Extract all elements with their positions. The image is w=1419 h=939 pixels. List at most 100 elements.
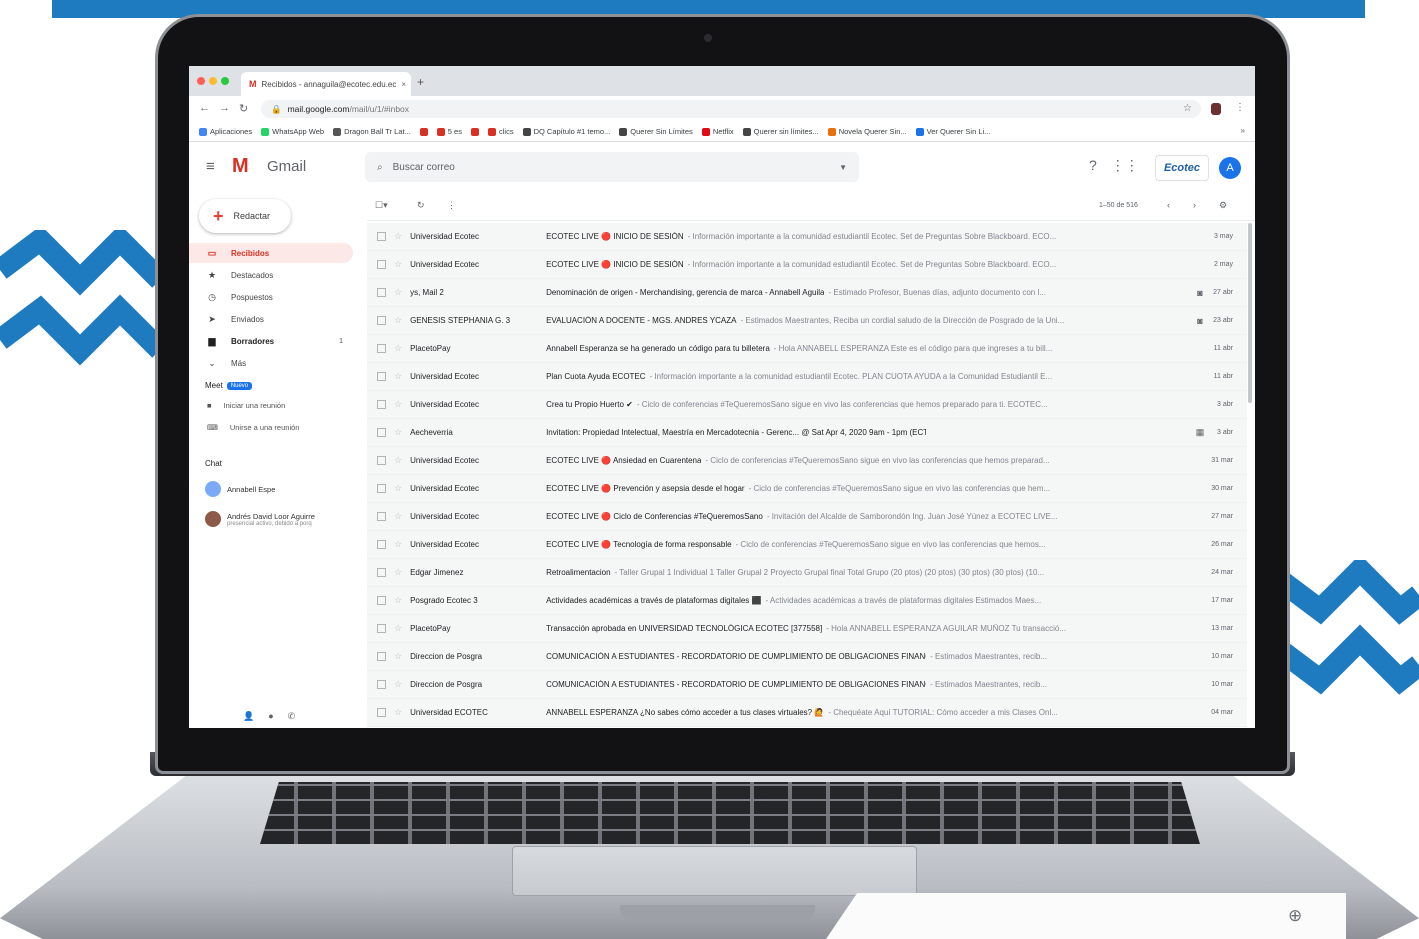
bookmark-item[interactable]: clics xyxy=(487,127,514,136)
row-checkbox[interactable] xyxy=(377,344,386,353)
row-checkbox[interactable] xyxy=(377,372,386,381)
email-row[interactable]: ☆ Universidad Ecotec Crea tu Propio Huerto… xyxy=(367,391,1247,419)
bookmark-item[interactable]: Querer Sin Límites xyxy=(619,127,693,136)
browser-menu-icon[interactable]: ⋮ xyxy=(1235,102,1245,113)
minimize-window-icon[interactable] xyxy=(209,77,217,85)
email-row[interactable]: ☆ Universidad Ecotec ECOTEC LIVE 🔴 Ciclo d… xyxy=(367,503,1247,531)
row-checkbox[interactable] xyxy=(377,288,386,297)
sidebar-item[interactable]: ➤ Enviados xyxy=(189,309,353,329)
settings-gear-icon[interactable]: ⚙ xyxy=(1219,200,1227,211)
address-bar[interactable]: 🔒 mail.google.com/mail/u/1/#inbox xyxy=(261,100,1201,118)
select-all-checkbox[interactable]: ☐▾ xyxy=(375,200,388,211)
bookmark-item[interactable]: WhatsApp Web xyxy=(261,127,324,136)
row-checkbox[interactable] xyxy=(377,428,386,437)
more-bookmarks-icon[interactable]: » xyxy=(1241,126,1245,135)
row-checkbox[interactable] xyxy=(377,316,386,325)
email-row[interactable]: ☆ ys, Mail 2 Denominación de origen - Merc… xyxy=(367,279,1247,307)
sidebar-item[interactable]: ★ Destacados xyxy=(189,265,353,285)
bookmark-item[interactable]: Novela Querer Sin... xyxy=(827,127,907,136)
email-row[interactable]: ☆ Universidad Ecotec ECOTEC LIVE 🔴 Prevenc… xyxy=(367,475,1247,503)
chat-bubble-icon[interactable]: ● xyxy=(268,711,273,722)
next-page-icon[interactable]: › xyxy=(1193,200,1196,210)
row-checkbox[interactable] xyxy=(377,680,386,689)
compose-button[interactable]: + Redactar xyxy=(199,199,291,233)
search-icon[interactable]: ⌕ xyxy=(377,162,383,173)
tab-close-icon[interactable]: × xyxy=(401,80,406,89)
row-checkbox[interactable] xyxy=(377,540,386,549)
chat-contact[interactable]: Annabell Espe xyxy=(205,481,275,497)
email-row[interactable]: ☆ Universidad Ecotec ECOTEC LIVE 🔴 Tecnolo… xyxy=(367,531,1247,559)
bookmark-item[interactable] xyxy=(419,127,428,136)
sidebar-item[interactable]: ◷ Pospuestos xyxy=(189,287,353,307)
browser-tab[interactable]: M Recibidos - annaguila@ecotec.edu.ec × xyxy=(241,72,411,96)
star-icon[interactable]: ☆ xyxy=(394,651,402,662)
star-icon[interactable]: ☆ xyxy=(394,427,402,438)
star-icon[interactable]: ☆ xyxy=(394,595,402,606)
bookmark-item[interactable]: Ver Querer Sin Li... xyxy=(915,127,990,136)
star-icon[interactable]: ☆ xyxy=(394,231,402,242)
bookmark-item[interactable]: Netflix xyxy=(701,127,734,136)
refresh-icon[interactable]: ↻ xyxy=(417,200,425,211)
forward-icon[interactable]: → xyxy=(219,102,230,114)
more-actions-icon[interactable]: ⋮ xyxy=(447,200,456,211)
star-icon[interactable]: ☆ xyxy=(394,623,402,634)
email-row[interactable]: ☆ Aecheverria Invitation: Propiedad Intele… xyxy=(367,419,1247,447)
star-icon[interactable]: ☆ xyxy=(394,315,402,326)
email-row[interactable]: ☆ Universidad Ecotec Plan Cuota Ayuda ECOT… xyxy=(367,363,1247,391)
search-input[interactable]: ⌕ Buscar correo ▼ xyxy=(365,152,859,182)
star-icon[interactable]: ☆ xyxy=(394,707,402,718)
star-icon[interactable]: ☆ xyxy=(394,679,402,690)
email-row[interactable]: ☆ Direccion de Posgra COMUNICACIÓN A ESTUD… xyxy=(367,671,1247,699)
row-checkbox[interactable] xyxy=(377,260,386,269)
row-checkbox[interactable] xyxy=(377,624,386,633)
star-icon[interactable]: ☆ xyxy=(394,259,402,270)
prev-page-icon[interactable]: ‹ xyxy=(1167,200,1170,210)
bookmark-star-icon[interactable]: ☆ xyxy=(1183,103,1192,114)
row-checkbox[interactable] xyxy=(377,232,386,241)
zoom-in-icon[interactable]: ⊕ xyxy=(1288,906,1302,926)
maximize-window-icon[interactable] xyxy=(221,77,229,85)
star-icon[interactable]: ☆ xyxy=(394,483,402,494)
star-icon[interactable]: ☆ xyxy=(394,539,402,550)
new-tab-button[interactable]: + xyxy=(417,75,424,89)
star-icon[interactable]: ☆ xyxy=(394,399,402,410)
sidebar-item[interactable]: ▆ Borradores 1 xyxy=(189,331,353,351)
email-row[interactable]: ☆ GENESIS STEPHANIA G. 3 EVALUACIÓN A DOCE… xyxy=(367,307,1247,335)
email-row[interactable]: ☆ Edgar Jimenez Retroalimentacion - Taller … xyxy=(367,559,1247,587)
reload-icon[interactable]: ↻ xyxy=(239,102,248,115)
apps-grid-icon[interactable]: ⋮⋮ xyxy=(1111,157,1139,174)
close-window-icon[interactable] xyxy=(197,77,205,85)
star-icon[interactable]: ☆ xyxy=(394,511,402,522)
email-row[interactable]: ☆ Universidad Ecotec ECOTEC LIVE 🔴 INICIO … xyxy=(367,223,1247,251)
main-menu-icon[interactable]: ≡ xyxy=(206,158,215,175)
help-icon[interactable]: ? xyxy=(1089,157,1097,174)
star-icon[interactable]: ☆ xyxy=(394,287,402,298)
email-row[interactable]: ☆ Universidad Ecotec ECOTEC LIVE 🔴 INICIO … xyxy=(367,251,1247,279)
star-icon[interactable]: ☆ xyxy=(394,371,402,382)
row-checkbox[interactable] xyxy=(377,512,386,521)
email-row[interactable]: ☆ Universidad Ecotec ECOTEC LIVE 🔴 Ansieda… xyxy=(367,447,1247,475)
meet-item[interactable]: ⌨ Unirse a una reunión xyxy=(207,423,299,432)
email-row[interactable]: ☆ Posgrado Ecotec 3 Actividades académicas… xyxy=(367,587,1247,615)
back-icon[interactable]: ← xyxy=(199,102,210,114)
gmail-logo-icon[interactable]: M xyxy=(232,155,249,178)
row-checkbox[interactable] xyxy=(377,484,386,493)
chat-contact[interactable]: Andrés David Loor Aguirre presencial acti… xyxy=(205,511,315,527)
list-scrollbar[interactable] xyxy=(1248,223,1252,403)
email-row[interactable]: ☆ PlacetoPay Transacción aprobada en UNIVE… xyxy=(367,615,1247,643)
account-avatar[interactable]: A xyxy=(1219,157,1241,179)
row-checkbox[interactable] xyxy=(377,456,386,465)
meet-item[interactable]: ■ Iniciar una reunión xyxy=(207,401,285,410)
row-checkbox[interactable] xyxy=(377,568,386,577)
email-row[interactable]: ☆ Universidad ECOTEC ANNABELL ESPERANZA ¿N… xyxy=(367,699,1247,727)
sidebar-item[interactable]: ▭ Recibidos xyxy=(189,243,353,263)
extension-icon[interactable] xyxy=(1211,103,1221,115)
email-row[interactable]: ☆ Direccion de Posgra COMUNICACIÓN A ESTUD… xyxy=(367,643,1247,671)
row-checkbox[interactable] xyxy=(377,400,386,409)
star-icon[interactable]: ☆ xyxy=(394,343,402,354)
bookmark-item[interactable] xyxy=(470,127,479,136)
sidebar-item[interactable]: ⌄ Más xyxy=(189,353,353,373)
gmail-wordmark[interactable]: Gmail xyxy=(267,158,306,175)
row-checkbox[interactable] xyxy=(377,652,386,661)
star-icon[interactable]: ☆ xyxy=(394,455,402,466)
